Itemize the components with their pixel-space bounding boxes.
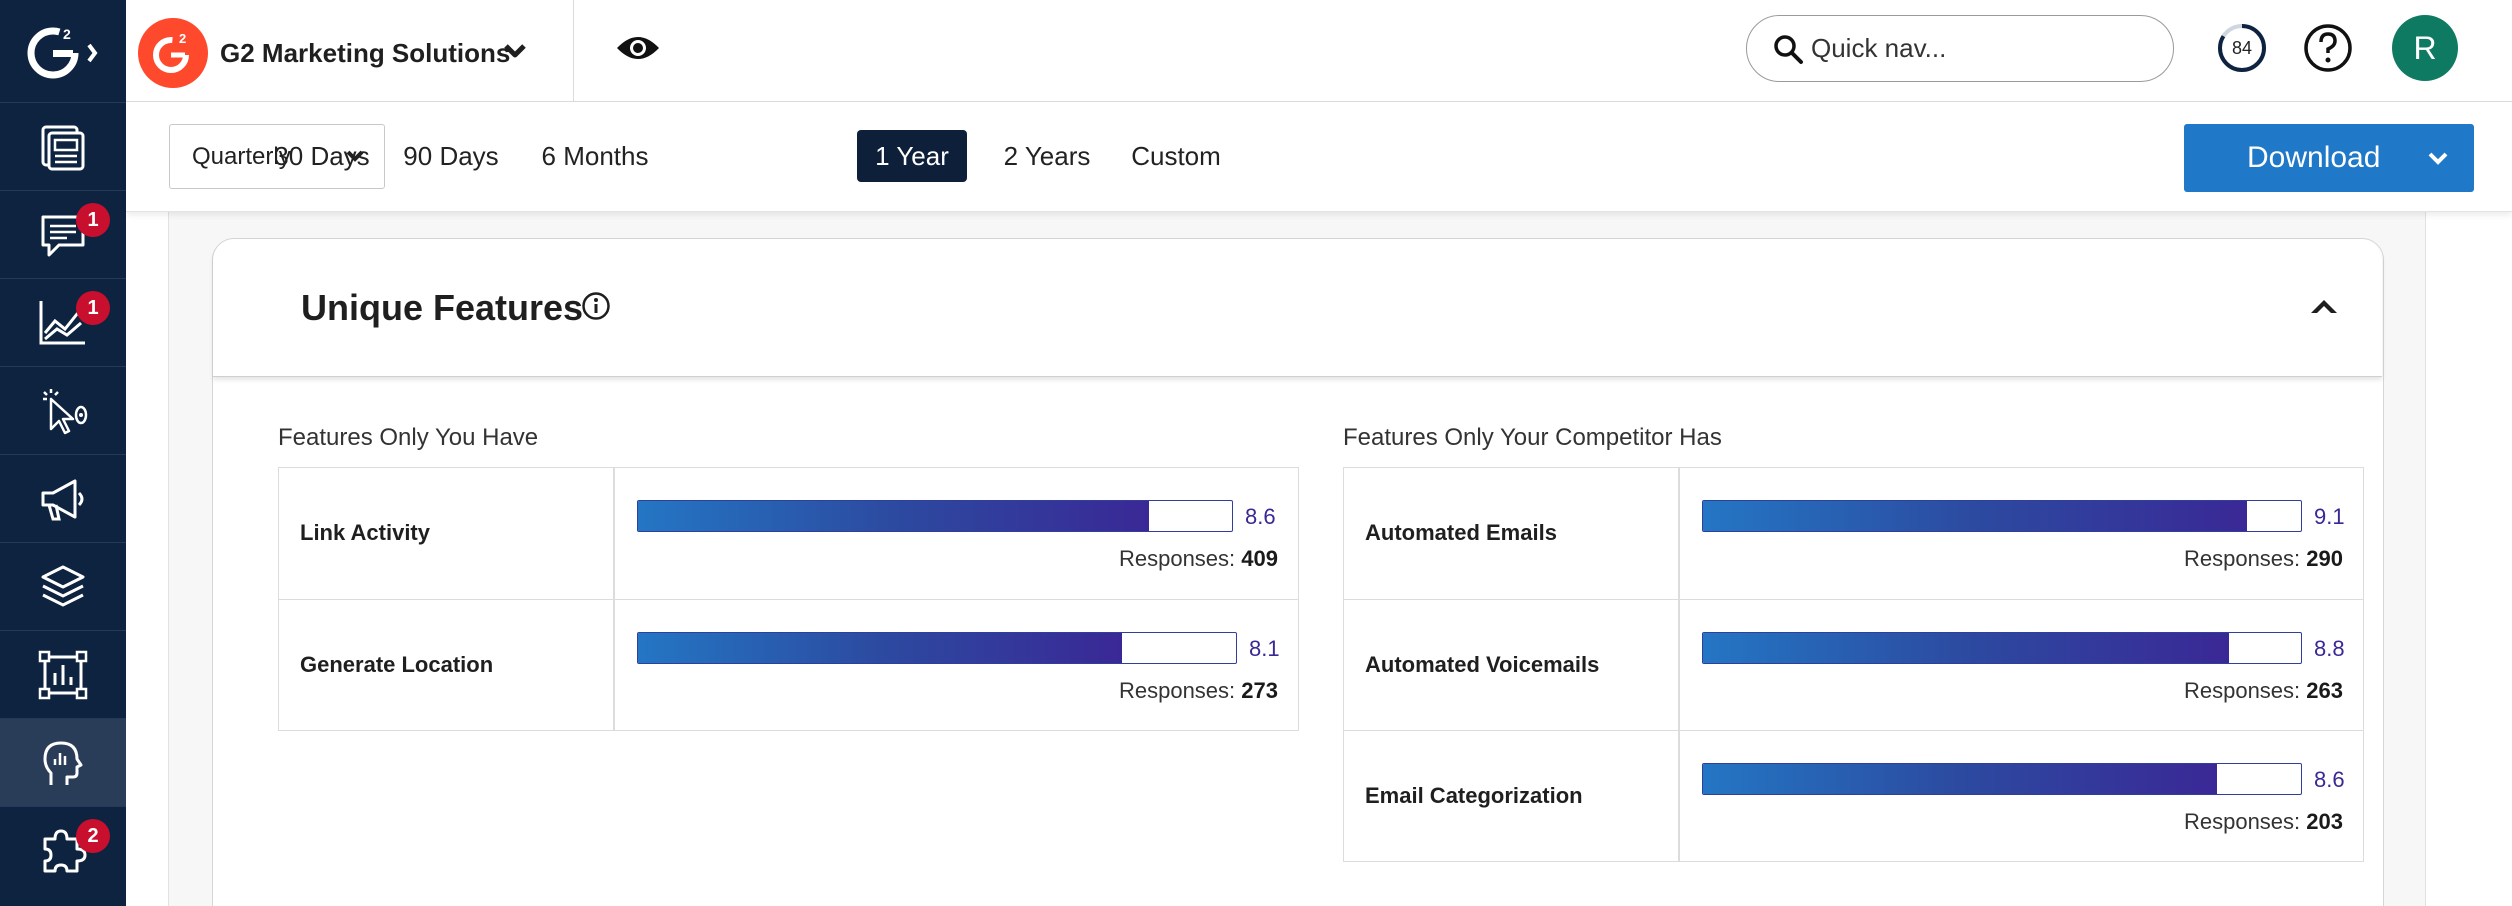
- user-avatar[interactable]: R: [2392, 15, 2458, 81]
- svg-text:2: 2: [179, 31, 186, 46]
- quick-nav-input[interactable]: [1811, 33, 2151, 64]
- responses-count: Responses: 290: [2184, 546, 2343, 572]
- responses-count: Responses: 409: [1119, 546, 1278, 572]
- top-bar: 2 G2 Marketing Solutions 84 R: [126, 0, 2512, 102]
- company-logo: 2: [138, 18, 208, 88]
- divider: [573, 0, 574, 102]
- responses-label: Responses:: [1118, 546, 1236, 571]
- sidebar: 2 1 1 2: [0, 0, 126, 906]
- right-column-title: Features Only Your Competitor Has: [1343, 424, 1722, 451]
- sidebar-item-benchmarks[interactable]: [0, 630, 126, 718]
- filter-bar: Quarterly 30 Days 90 Days 6 Months 1 Yea…: [126, 102, 2512, 212]
- intent-icon: [43, 388, 88, 434]
- chevron-down-icon: [2428, 152, 2448, 165]
- download-button[interactable]: Download: [2184, 124, 2474, 192]
- range-2-years[interactable]: 2 Years: [994, 130, 1100, 182]
- sidebar-item-integrations[interactable]: 2: [0, 806, 126, 894]
- feature-row: Link Activity 8.6 Responses: 409: [279, 468, 1298, 599]
- responses-value: 290: [2306, 546, 2343, 571]
- info-icon[interactable]: [581, 291, 611, 321]
- svg-text:2: 2: [63, 26, 71, 42]
- responses-count: Responses: 273: [1119, 678, 1278, 704]
- g2-logo-icon: 2: [27, 26, 98, 79]
- range-1-year[interactable]: 1 Year: [857, 130, 967, 182]
- search-icon: [1774, 34, 1803, 64]
- feature-name: Automated Voicemails: [1365, 652, 1600, 677]
- score-bar-fill: [1703, 633, 2230, 663]
- notification-badge: 1: [76, 291, 110, 325]
- eye-icon[interactable]: [614, 30, 662, 66]
- score-value: 8.1: [1249, 636, 1280, 661]
- left-features-table: Link Activity 8.6 Responses: 409 Generat…: [278, 467, 1299, 731]
- sidebar-item-messages[interactable]: 1: [0, 190, 126, 278]
- score-value: 9.1: [2314, 504, 2345, 529]
- feature-row: Email Categorization 8.6 Responses: 203: [1344, 730, 2363, 861]
- score-bar-fill: [638, 633, 1123, 663]
- quick-nav-search[interactable]: [1746, 15, 2174, 82]
- score-value: 8.6: [1245, 504, 1276, 529]
- score-bar: [1702, 763, 2302, 795]
- chevron-up-icon[interactable]: [2307, 293, 2341, 319]
- profile-score[interactable]: 84: [2216, 22, 2268, 74]
- card-header: Unique Features: [213, 239, 2382, 377]
- responses-value: 409: [1241, 546, 1278, 571]
- score-bar: [637, 500, 1233, 532]
- responses-count: Responses: 203: [2184, 809, 2343, 835]
- card-title: Unique Features: [301, 287, 584, 328]
- responses-label: Responses:: [1118, 678, 1236, 703]
- download-label: Download: [2247, 141, 2381, 174]
- responses-label: Responses:: [2183, 678, 2301, 703]
- chart-frame-icon: [38, 650, 88, 699]
- company-name[interactable]: G2 Marketing Solutions: [220, 38, 510, 69]
- sidebar-item-reports[interactable]: [0, 102, 126, 190]
- sidebar-item-products[interactable]: [0, 542, 126, 630]
- help-icon[interactable]: [2302, 22, 2354, 74]
- sidebar-item-insights[interactable]: [0, 718, 126, 806]
- responses-value: 263: [2306, 678, 2343, 703]
- feature-name: Link Activity: [300, 520, 430, 545]
- responses-label: Responses:: [2183, 546, 2301, 571]
- sidebar-item-intent[interactable]: [0, 366, 126, 454]
- layers-icon: [41, 565, 85, 607]
- chevron-down-icon[interactable]: [500, 38, 530, 64]
- score-value: 8.8: [2314, 636, 2345, 661]
- feature-name: Email Categorization: [1365, 783, 1583, 808]
- responses-value: 203: [2306, 809, 2343, 834]
- profile-score-value: 84: [2231, 37, 2253, 58]
- score-bar-fill: [638, 501, 1149, 531]
- notification-badge: 1: [76, 203, 110, 237]
- feature-row: Generate Location 8.1 Responses: 273: [279, 599, 1298, 730]
- feature-name: Generate Location: [300, 652, 494, 677]
- range-6-months[interactable]: 6 Months: [532, 130, 658, 182]
- score-bar: [1702, 632, 2302, 664]
- g2-brand-icon: 2: [153, 31, 189, 73]
- responses-label: Responses:: [2183, 809, 2301, 834]
- g2-home-logo[interactable]: 2: [0, 0, 126, 102]
- sidebar-item-analytics[interactable]: 1: [0, 278, 126, 366]
- head-insights-icon: [43, 741, 83, 785]
- range-custom[interactable]: Custom: [1123, 130, 1229, 182]
- responses-value: 273: [1241, 678, 1278, 703]
- reports-icon: [41, 125, 85, 170]
- feature-row: Automated Emails 9.1 Responses: 290: [1344, 468, 2363, 599]
- notification-badge: 2: [76, 819, 110, 853]
- left-column-title: Features Only You Have: [278, 424, 539, 451]
- score-bar-fill: [1703, 501, 2248, 531]
- megaphone-icon: [41, 479, 84, 520]
- right-features-table: Automated Emails 9.1 Responses: 290 Auto…: [1343, 467, 2364, 862]
- responses-count: Responses: 263: [2184, 678, 2343, 704]
- score-bar-fill: [1703, 764, 2218, 794]
- feature-name: Automated Emails: [1365, 520, 1557, 545]
- range-30-days[interactable]: 30 Days: [269, 130, 375, 182]
- feature-row: Automated Voicemails 8.8 Responses: 263: [1344, 599, 2363, 730]
- score-bar: [1702, 500, 2302, 532]
- range-90-days[interactable]: 90 Days: [398, 130, 504, 182]
- score-value: 8.6: [2314, 767, 2345, 792]
- sidebar-item-marketing[interactable]: [0, 454, 126, 542]
- score-bar: [637, 632, 1237, 664]
